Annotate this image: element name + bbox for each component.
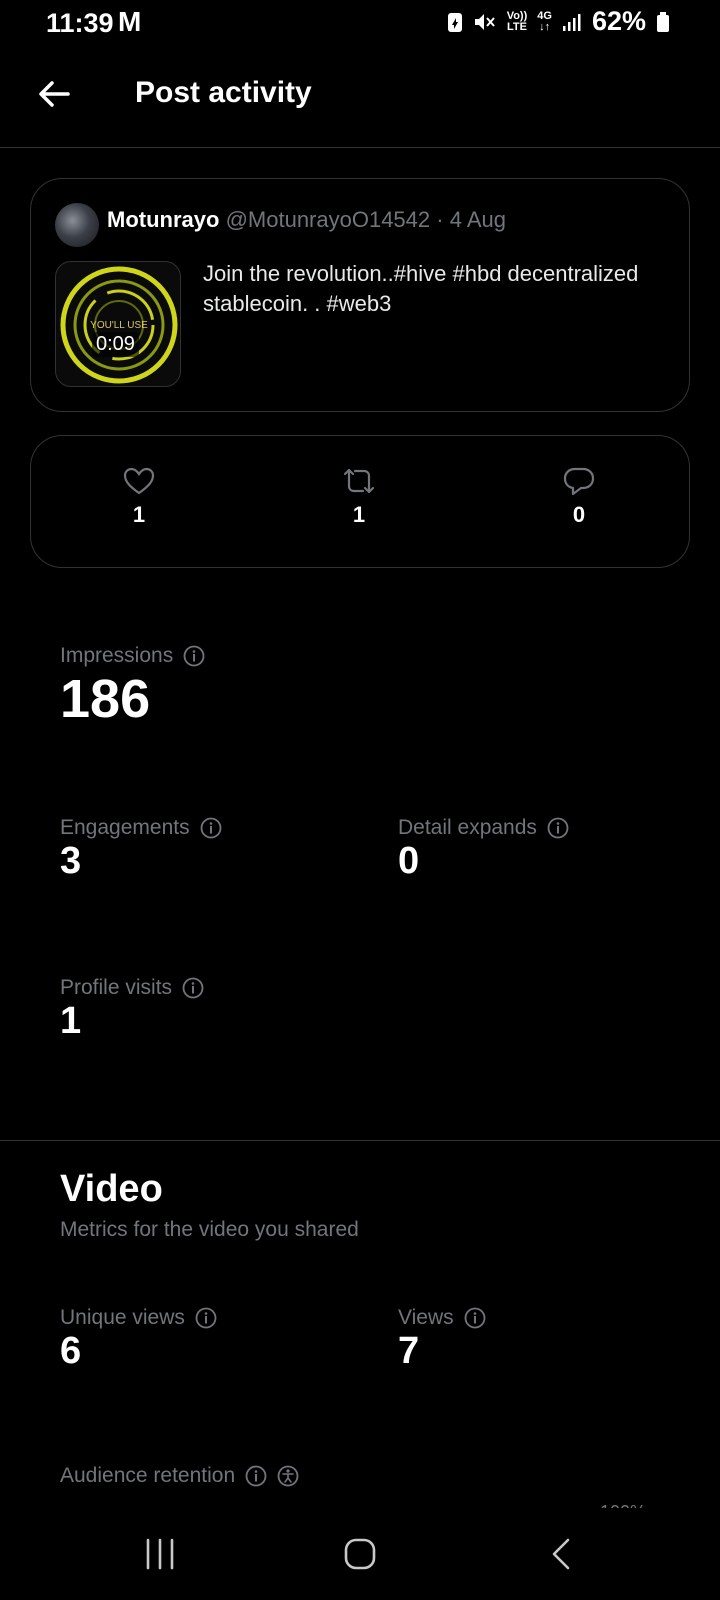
- detail-expands-label: Detail expands: [398, 816, 537, 839]
- reposts-stat[interactable]: 1: [299, 466, 419, 528]
- replies-stat[interactable]: 0: [519, 466, 639, 528]
- unique-views-label-row: Unique views: [60, 1306, 217, 1330]
- post-header: Motunrayo @MotunrayoO14542 · 4 Aug: [107, 207, 506, 233]
- reply-bubble-icon: [563, 467, 595, 496]
- accessibility-icon[interactable]: [277, 1465, 299, 1487]
- engagements-label: Engagements: [60, 816, 190, 839]
- replies-count: 0: [572, 502, 586, 527]
- status-time: 11:39: [46, 8, 114, 38]
- battery-percent: 62%: [591, 6, 646, 36]
- reposts-count: 1: [352, 502, 366, 527]
- header-divider: [0, 147, 720, 148]
- network-type-indicator: 4G ↓↑: [537, 9, 552, 33]
- status-icons: Vo)) LTE 4G ↓↑ 62%: [447, 6, 670, 37]
- thumbnail-art: YOU'LL USE: [60, 266, 178, 384]
- profile-visits-metric: Profile visits 1: [60, 976, 204, 1043]
- thumbnail-caption: YOU'LL USE: [90, 320, 148, 331]
- impressions-label-row: Impressions: [60, 644, 205, 668]
- video-section-title: Video: [60, 1168, 163, 1210]
- unique-views-metric: Unique views 6: [60, 1306, 217, 1373]
- home-button[interactable]: [330, 1534, 390, 1574]
- likes-count: 1: [132, 502, 146, 527]
- battery-saver-icon: [447, 12, 462, 32]
- repost-icon: [343, 468, 375, 494]
- audience-retention-label-row: Audience retention: [60, 1464, 299, 1488]
- video-duration: 0:09: [92, 332, 139, 357]
- page-title: Post activity: [135, 76, 312, 109]
- info-icon[interactable]: [547, 817, 569, 839]
- back-nav-button[interactable]: [532, 1534, 592, 1574]
- video-thumbnail[interactable]: YOU'LL USE 0:09: [55, 261, 181, 387]
- video-section-subtitle: Metrics for the video you shared: [60, 1218, 359, 1241]
- author-name[interactable]: Motunrayo: [107, 207, 219, 232]
- views-label: Views: [398, 1306, 454, 1329]
- engagement-stats-card: 1 1 0: [30, 435, 690, 568]
- detail-expands-value: 0: [398, 840, 420, 882]
- audience-retention-label: Audience retention: [60, 1464, 236, 1487]
- info-icon[interactable]: [245, 1465, 267, 1487]
- audience-retention-metric: Audience retention: [60, 1464, 299, 1488]
- app-notification-icon: M: [118, 6, 142, 37]
- engagements-metric: Engagements 3: [60, 816, 222, 883]
- post-preview-card[interactable]: Motunrayo @MotunrayoO14542 · 4 Aug YOU'L…: [30, 178, 690, 412]
- unique-views-label: Unique views: [60, 1306, 185, 1329]
- heart-icon: [123, 467, 155, 495]
- recent-apps-button[interactable]: [130, 1534, 190, 1574]
- mute-icon: [474, 13, 495, 30]
- views-metric: Views 7: [398, 1306, 486, 1373]
- profile-visits-label: Profile visits: [60, 976, 173, 999]
- avatar[interactable]: [55, 203, 99, 247]
- section-divider: [0, 1140, 720, 1141]
- volte-indicator: Vo)) LTE: [506, 9, 528, 33]
- back-button[interactable]: [34, 74, 74, 114]
- profile-visits-label-row: Profile visits: [60, 976, 204, 1000]
- engagements-value: 3: [60, 840, 82, 882]
- system-nav-bar: [0, 1508, 720, 1600]
- info-icon[interactable]: [200, 817, 222, 839]
- info-icon[interactable]: [195, 1307, 217, 1329]
- engagements-label-row: Engagements: [60, 816, 222, 840]
- unique-views-value: 6: [60, 1330, 82, 1372]
- views-value: 7: [398, 1330, 420, 1372]
- likes-stat[interactable]: 1: [79, 466, 199, 528]
- impressions-label: Impressions: [60, 644, 174, 667]
- battery-icon: [657, 11, 669, 32]
- info-icon[interactable]: [182, 977, 204, 999]
- author-meta: @MotunrayoO14542 · 4 Aug: [225, 207, 506, 232]
- info-icon[interactable]: [183, 645, 205, 667]
- profile-visits-value: 1: [60, 1000, 82, 1042]
- detail-expands-label-row: Detail expands: [398, 816, 569, 840]
- post-text: Join the revolution..#hive #hbd decentra…: [203, 261, 639, 316]
- views-label-row: Views: [398, 1306, 486, 1330]
- detail-expands-metric: Detail expands 0: [398, 816, 569, 883]
- signal-icon: [562, 13, 581, 31]
- impressions-metric: Impressions 186: [60, 644, 205, 730]
- info-icon[interactable]: [464, 1307, 486, 1329]
- impressions-value: 186: [60, 669, 151, 729]
